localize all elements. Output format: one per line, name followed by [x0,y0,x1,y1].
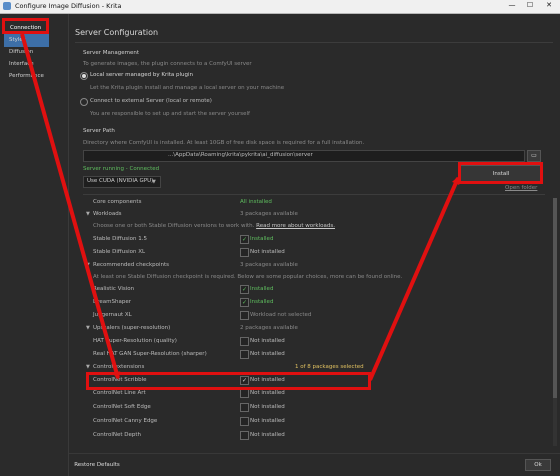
server-path-value[interactable]: ...\AppData\Roaming\krita\pykrita\ai_dif… [168,152,313,158]
package-sd15-label: Stable Diffusion 1.5 [93,236,147,242]
package-juggernaut-status: Workload not selected [250,312,312,318]
package-realistic-vision-checkbox[interactable]: ✓ [240,285,249,294]
core-components-status: All installed [240,199,272,205]
package-depth-status: Not installed [250,432,285,438]
server-path-input[interactable]: ...\AppData\Roaming\krita\pykrita\ai_dif… [83,150,525,162]
page-title: Server Configuration [75,28,159,37]
scrollbar-thumb[interactable] [553,198,557,398]
package-juggernaut-label: Juggernaut XL [93,312,132,318]
workloads-status: 3 packages available [240,211,298,217]
core-components-label: Core components [93,199,142,205]
package-dreamshaper-status: Installed [250,299,274,305]
workloads-link[interactable]: Read more about workloads. [256,223,335,229]
workloads-label[interactable]: Workloads [93,211,122,217]
divider [75,42,553,43]
maximize-button[interactable]: ☐ [522,1,538,9]
chevron-down-icon[interactable]: ▼ [86,325,90,331]
package-dreamshaper-label: DreamShaper [93,299,131,305]
open-folder-link[interactable]: Open folder [505,185,537,191]
checkpoints-label[interactable]: Recommended checkpoints [93,262,169,268]
upscalers-label[interactable]: Upscalers (super-resolution) [93,325,170,331]
package-sdxl-label: Stable Diffusion XL [93,249,146,255]
sidebar-item-interface[interactable]: Interface [9,61,34,67]
package-realistic-vision-status: Installed [250,286,274,292]
local-server-label[interactable]: Local server managed by Krita plugin [90,72,193,78]
package-lineart-checkbox[interactable] [240,389,249,398]
browse-folder-button[interactable]: ▭ [527,150,541,162]
package-canny-label: ControlNet Canny Edge [93,418,158,424]
annotation-box-scribble [86,372,371,390]
package-dreamshaper-checkbox[interactable]: ✓ [240,298,249,307]
local-server-radio[interactable] [80,72,88,80]
chevron-down-icon[interactable]: ▼ [86,364,90,370]
window-title: Configure Image Diffusion - Krita [15,2,122,10]
package-real-hat-status: Not installed [250,351,285,357]
divider [69,453,560,454]
package-real-hat-label: Real HAT GAN Super-Resolution (sharper) [93,351,207,357]
package-canny-checkbox[interactable] [240,417,249,426]
package-canny-status: Not installed [250,418,285,424]
krita-app-icon [3,2,11,10]
main-panel: Server Configuration Server Management T… [69,14,560,476]
minimize-button[interactable]: — [504,1,520,9]
packages-scrollbar[interactable] [553,198,557,446]
checkpoints-desc: At least one Stable Diffusion checkpoint… [93,274,403,280]
package-lineart-label: ControlNet Line Art [93,390,146,396]
local-server-desc: Let the Krita plugin install and manage … [90,85,285,91]
settings-sidebar: Connection Styles Diffusion Interface Pe… [0,14,69,476]
server-management-title: Server Management [83,50,140,56]
sidebar-item-styles[interactable]: Styles [9,37,26,43]
package-real-hat-checkbox[interactable] [240,350,249,359]
server-path-desc: Directory where ComfyUI is installed. At… [83,140,365,146]
external-server-radio[interactable] [80,98,88,106]
backend-select-value[interactable]: Use CUDA (NVIDIA GPU) [87,178,153,184]
annotation-box-install [458,162,543,184]
package-hat-status: Not installed [250,338,285,344]
restore-defaults-button[interactable]: Restore Defaults [71,459,123,471]
folder-icon: ▭ [531,152,537,159]
close-button[interactable]: ✕ [541,1,557,9]
package-softedge-status: Not installed [250,404,285,410]
package-hat-label: HAT Super-Resolution (quality) [93,338,177,344]
sidebar-item-performance[interactable]: Performance [9,73,44,79]
package-sd15-checkbox[interactable]: ✓ [240,235,249,244]
package-sd15-status: Installed [250,236,274,242]
backend-select[interactable]: Use CUDA (NVIDIA GPU) ▼ [83,176,161,188]
chevron-down-icon[interactable]: ▼ [86,211,90,217]
chevron-down-icon[interactable]: ▼ [86,262,90,268]
control-extensions-label[interactable]: Control extensions [93,364,144,370]
package-juggernaut-checkbox[interactable] [240,311,249,320]
divider [83,194,545,195]
workloads-desc: Choose one or both Stable Diffusion vers… [93,223,335,229]
server-management-intro: To generate images, the plugin connects … [83,61,252,67]
annotation-box-connection [2,18,49,34]
checkpoints-status: 3 packages available [240,262,298,268]
package-realistic-vision-label: Realistic Vision [93,286,135,292]
external-server-desc: You are responsible to set up and start … [90,111,250,117]
package-softedge-checkbox[interactable] [240,403,249,412]
package-depth-checkbox[interactable] [240,431,249,440]
package-lineart-status: Not installed [250,390,285,396]
package-softedge-label: ControlNet Soft Edge [93,404,151,410]
chevron-down-icon: ▼ [152,179,156,185]
package-sdxl-status: Not installed [250,249,285,255]
package-depth-label: ControlNet Depth [93,432,142,438]
server-path-title: Server Path [83,128,115,134]
upscalers-status: 2 packages available [240,325,298,331]
title-bar: Configure Image Diffusion - Krita — ☐ ✕ [0,0,560,14]
server-status: Server running - Connected [83,166,160,172]
sidebar-item-diffusion[interactable]: Diffusion [9,49,33,55]
external-server-label[interactable]: Connect to external Server (local or rem… [90,98,212,104]
package-hat-checkbox[interactable] [240,337,249,346]
package-sdxl-checkbox[interactable] [240,248,249,257]
control-extensions-status: 1 of 8 packages selected [295,364,364,370]
ok-button[interactable]: Ok [525,459,551,471]
